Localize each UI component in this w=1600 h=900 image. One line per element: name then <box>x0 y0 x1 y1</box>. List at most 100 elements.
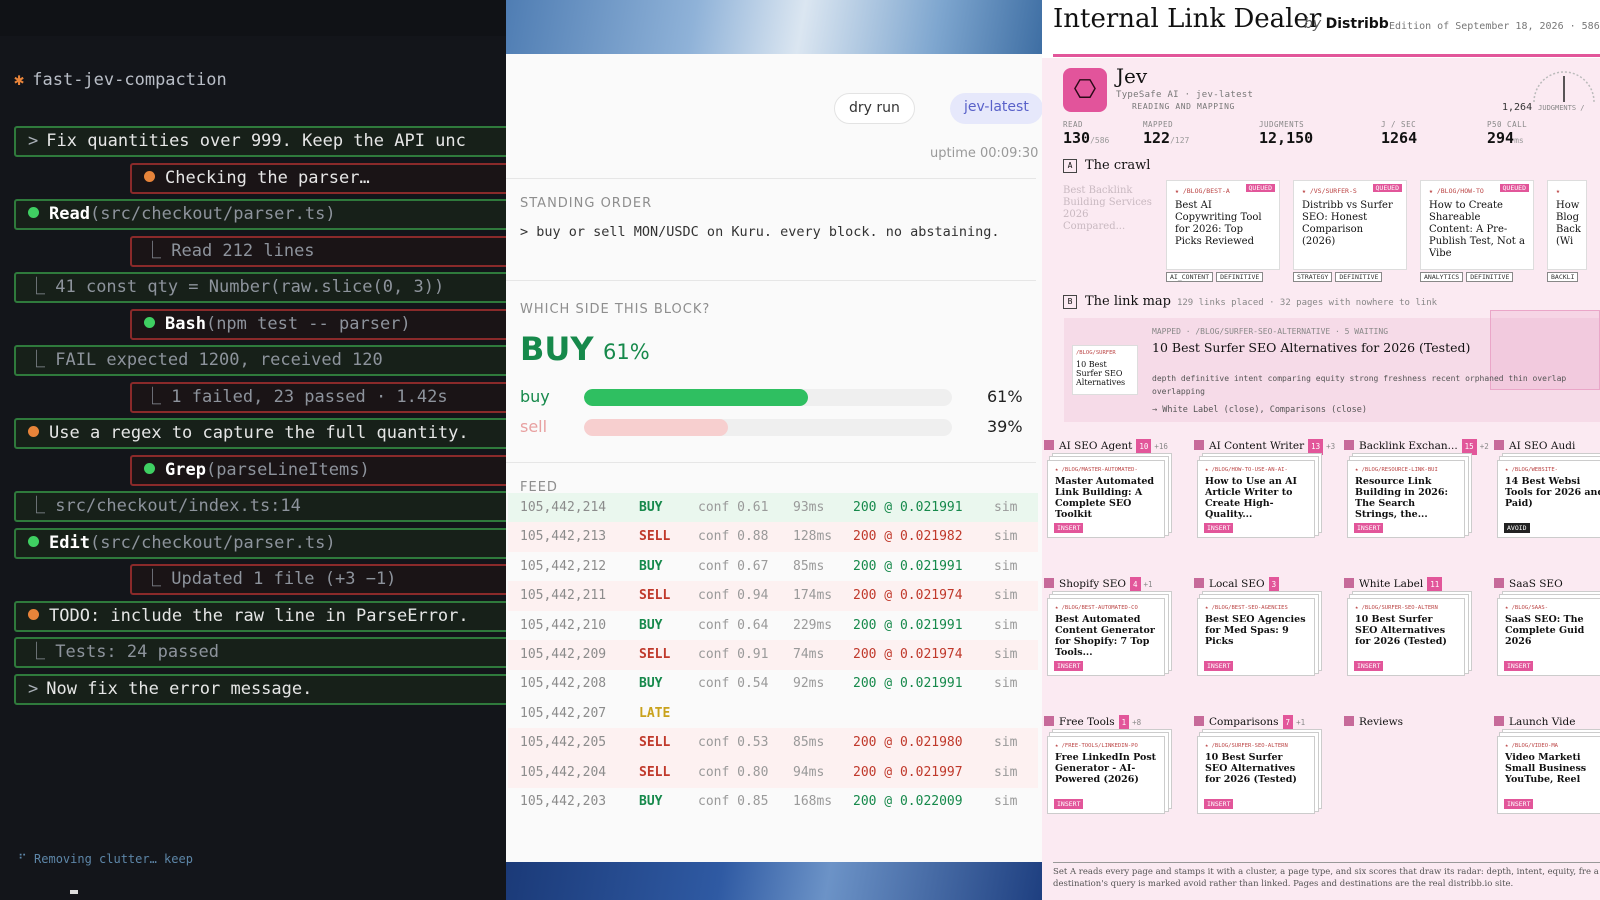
page-title: SaaS SEO: The Complete Guid 2026 <box>1505 614 1585 647</box>
card-chips: ANALYTICS DEFINITIVE <box>1420 272 1516 282</box>
stat-item: MAPPED 122/127 <box>1143 120 1189 147</box>
action-badge[interactable]: AVOID <box>1504 523 1530 533</box>
block-number: 105,442,205 <box>520 735 607 751</box>
page-title: 10 Best Surfer SEO Alternatives for 2026… <box>1355 614 1447 647</box>
map-thumbnail[interactable]: /BLOG/SURFER 10 Best Surfer SEO Alternati… <box>1072 345 1138 395</box>
feed-row: 105,442,209 SELL conf 0.91 74ms 200 @ 0.0219… <box>508 640 1038 670</box>
cluster-icon <box>1044 578 1054 588</box>
trade-side: BUY <box>639 794 663 809</box>
page-stack[interactable]: ★ /BLOG/VIDEO-MA Video Marketi Small Busi… <box>1497 736 1600 814</box>
crawl-card[interactable]: ★ /BLOG/HOW-TO QUEUED How to Create Sharea… <box>1420 180 1534 270</box>
cluster[interactable]: Launch Vide ★ /BLOG/VIDEO-MA Video Marketi… <box>1494 714 1600 814</box>
buy-label: buy <box>520 387 550 406</box>
latency: 74ms <box>793 647 825 662</box>
action-badge[interactable]: INSERT <box>1204 799 1234 809</box>
link-map-meta: 129 links placed · 32 pages with nowhere… <box>1176 298 1438 308</box>
stat-total: ms <box>1514 136 1524 145</box>
trade-side: BUY <box>639 500 663 515</box>
confidence: conf 0.94 <box>698 588 769 604</box>
sim-flag: sim <box>994 647 1018 662</box>
crawl-tag: A <box>1063 159 1077 173</box>
page-stack[interactable]: ★ /BLOG/SURFER-SEO-ALTERN 10 Best Surfer … <box>1347 598 1465 676</box>
tool-args: (npm test -- parser) <box>205 313 411 334</box>
block-number: 105,442,209 <box>520 647 607 662</box>
block-number: 105,442,211 <box>520 588 607 604</box>
action-badge[interactable]: INSERT <box>1354 661 1384 671</box>
page-stack[interactable]: ★ /BLOG/SAAS- SaaS SEO: The Complete Guid… <box>1497 598 1600 676</box>
output-text: FAIL expected 1200, received 120 <box>55 350 383 370</box>
stat-total: /586 <box>1090 136 1110 145</box>
page-title: Master Automated Link Building: A Comple… <box>1055 476 1155 520</box>
spinner-icon: ⠋ <box>18 852 35 866</box>
status-dot-icon <box>144 316 155 328</box>
cluster[interactable]: Shopify SEO 4 +1 ★ /BLOG/BEST-AUTOMATED-CO B… <box>1044 576 1184 676</box>
page-stack[interactable]: ★ /BLOG/MASTER-AUTOMATED- Master Automate… <box>1047 460 1165 538</box>
cluster-name: Free Tools <box>1059 716 1115 728</box>
standing-order-label: STANDING ORDER <box>520 196 653 211</box>
agent-state: READING AND MAPPING <box>1132 102 1235 111</box>
queued-badge: QUEUED <box>1245 184 1275 192</box>
cluster[interactable]: Free Tools 1 +8 ★ /FREE-TOOLS/LINKEDIN-PO Fr… <box>1044 714 1184 814</box>
feed-row: 105,442,205 SELL conf 0.53 85ms 200 @ 0.0219… <box>508 728 1038 759</box>
action-badge[interactable]: INSERT <box>1504 661 1534 671</box>
action-badge[interactable]: INSERT <box>1204 523 1234 533</box>
action-badge[interactable]: INSERT <box>1054 523 1084 533</box>
dealer-pane: Internal Link Dealer by Distribb Edition… <box>1042 0 1600 900</box>
action-badge[interactable]: INSERT <box>1504 799 1534 809</box>
page-stack[interactable]: ★ /BLOG/BEST-SEO-AGENCIES Best SEO Agenci… <box>1197 598 1315 676</box>
page-stack[interactable]: ★ /BLOG/HOW-TO-USE-AN-AI- How to Use an A… <box>1197 460 1315 538</box>
cluster[interactable]: Comparisons 7 +1 ★ /BLOG/SURFER-SEO-ALTERN 1… <box>1194 714 1334 814</box>
sim-flag: sim <box>994 735 1018 751</box>
fill-price: 200 @ 0.021991 <box>853 617 963 633</box>
cluster[interactable]: AI SEO Audi ★ /BLOG/WEBSITE- 14 Best Websi… <box>1494 438 1600 538</box>
cluster-plus: +8 <box>1132 718 1142 727</box>
page-stack[interactable]: ★ /BLOG/SURFER-SEO-ALTERN 10 Best Surfer … <box>1197 736 1315 814</box>
action-badge[interactable]: INSERT <box>1204 661 1234 671</box>
page-path: ★ /BLOG/RESOURCE-LINK-BUI <box>1355 467 1457 473</box>
cluster[interactable]: White Label 11 ★ /BLOG/SURFER-SEO-ALTERN 10… <box>1344 576 1484 676</box>
page-stack[interactable]: ★ /FREE-TOOLS/LINKEDIN-PO Free LinkedIn P… <box>1047 736 1165 814</box>
cluster-name: Comparisons <box>1209 716 1279 728</box>
terminal-topbar <box>0 0 506 36</box>
cluster[interactable]: Reviews <box>1344 714 1484 730</box>
standing-order: > buy or sell MON/USDC on Kuru. every bl… <box>520 224 1000 240</box>
cluster[interactable]: SaaS SEO ★ /BLOG/SAAS- SaaS SEO: The Compl… <box>1494 576 1600 676</box>
crawl-card[interactable]: ★ How Blog Back (Wi <box>1547 180 1587 270</box>
sell-percent: 39% <box>987 417 1023 436</box>
dry-run-button[interactable]: dry run <box>834 93 915 124</box>
action-badge[interactable]: INSERT <box>1354 523 1384 533</box>
page-stack[interactable]: ★ /BLOG/BEST-AUTOMATED-CO Best Automated … <box>1047 598 1165 676</box>
stat-item: JUDGMENTS 12,150 <box>1259 120 1313 147</box>
cluster[interactable]: Local SEO 3 ★ /BLOG/BEST-SEO-AGENCIES Best … <box>1194 576 1334 676</box>
queued-badge: QUEUED <box>1372 184 1402 192</box>
agent-name: Jev <box>1116 64 1148 88</box>
cluster[interactable]: AI SEO Agent 10 +16 ★ /BLOG/MASTER-AUTOMATE… <box>1044 438 1184 538</box>
confidence: conf 0.67 <box>698 558 769 574</box>
cluster-count: 15 <box>1461 439 1477 455</box>
action-badge[interactable]: INSERT <box>1054 799 1084 809</box>
page-stack[interactable]: ★ /BLOG/RESOURCE-LINK-BUI Resource Link B… <box>1347 460 1465 538</box>
page-stack[interactable]: ★ /BLOG/WEBSITE- 14 Best Websi Tools for … <box>1497 460 1600 538</box>
confidence: conf 0.80 <box>698 764 769 780</box>
cluster-header: Local SEO 3 <box>1194 576 1334 593</box>
crawl-card[interactable]: ★ /VS/SURFER-S QUEUED Distribb vs Surfer S… <box>1293 180 1407 270</box>
crawl-card[interactable]: ★ /BLOG/BEST-A QUEUED Best AI Copywriting … <box>1166 180 1280 270</box>
output-text: Updated 1 file (+3 −1) <box>171 569 397 589</box>
trade-side: BUY <box>639 558 663 574</box>
cluster[interactable]: AI Content Writer 13 +3 ★ /BLOG/HOW-TO-USE-… <box>1194 438 1335 538</box>
sim-flag: sim <box>994 676 1018 692</box>
page-title: How to Use an AI Article Writer to Creat… <box>1205 476 1297 520</box>
cluster[interactable]: Backlink Exchan... 15 +2 ★ /BLOG/RESOURCE-L… <box>1344 438 1489 538</box>
confidence: conf 0.91 <box>698 647 769 662</box>
cluster-plus: +1 <box>1296 718 1306 727</box>
model-tag[interactable]: jev-latest <box>950 93 1043 124</box>
sim-flag: sim <box>994 764 1018 780</box>
trade-side: BUY <box>639 617 663 633</box>
transcript-row: ⎿ FAIL expected 1200, received 120 <box>14 345 506 376</box>
action-badge[interactable]: INSERT <box>1054 661 1084 671</box>
cluster-name: Backlink Exchan... <box>1359 440 1458 452</box>
brand-name[interactable]: Distribb <box>1326 16 1389 32</box>
feed-row: 105,442,212 BUY conf 0.67 85ms 200 @ 0.02199… <box>508 552 1038 582</box>
cluster-header: AI SEO Agent 10 +16 <box>1044 438 1184 455</box>
trade-side: SELL <box>639 588 671 604</box>
